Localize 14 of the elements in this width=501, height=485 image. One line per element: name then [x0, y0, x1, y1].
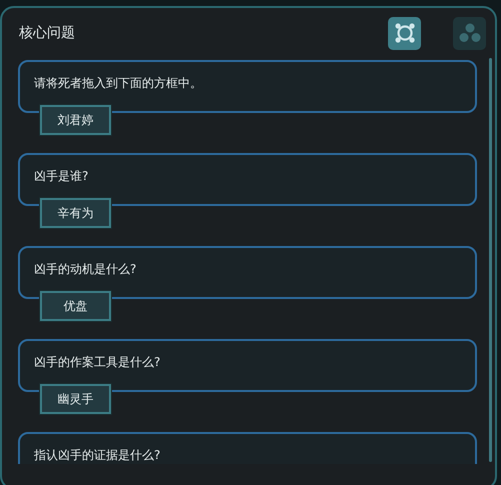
answer-slot[interactable]: 辛有为: [40, 198, 111, 228]
answer-slot[interactable]: 幽灵手: [40, 384, 111, 414]
question-text: 凶手的动机是什么?: [34, 262, 136, 276]
question-text: 请将死者拖入到下面的方框中。: [34, 76, 202, 90]
answer-slot[interactable]: 刘君婷: [40, 105, 111, 135]
question-text: 凶手的作案工具是什么?: [34, 355, 160, 369]
answer-slot[interactable]: 优盘: [40, 291, 111, 321]
question-text: 指认凶手的证据是什么?: [34, 448, 160, 462]
nodes-icon: [394, 22, 416, 44]
scrollbar[interactable]: [489, 58, 492, 462]
cluster-icon: [458, 23, 480, 43]
view-tab[interactable]: [388, 16, 421, 50]
question-text: 凶手是谁?: [34, 169, 88, 183]
panel-title: 核心问题: [19, 24, 76, 42]
